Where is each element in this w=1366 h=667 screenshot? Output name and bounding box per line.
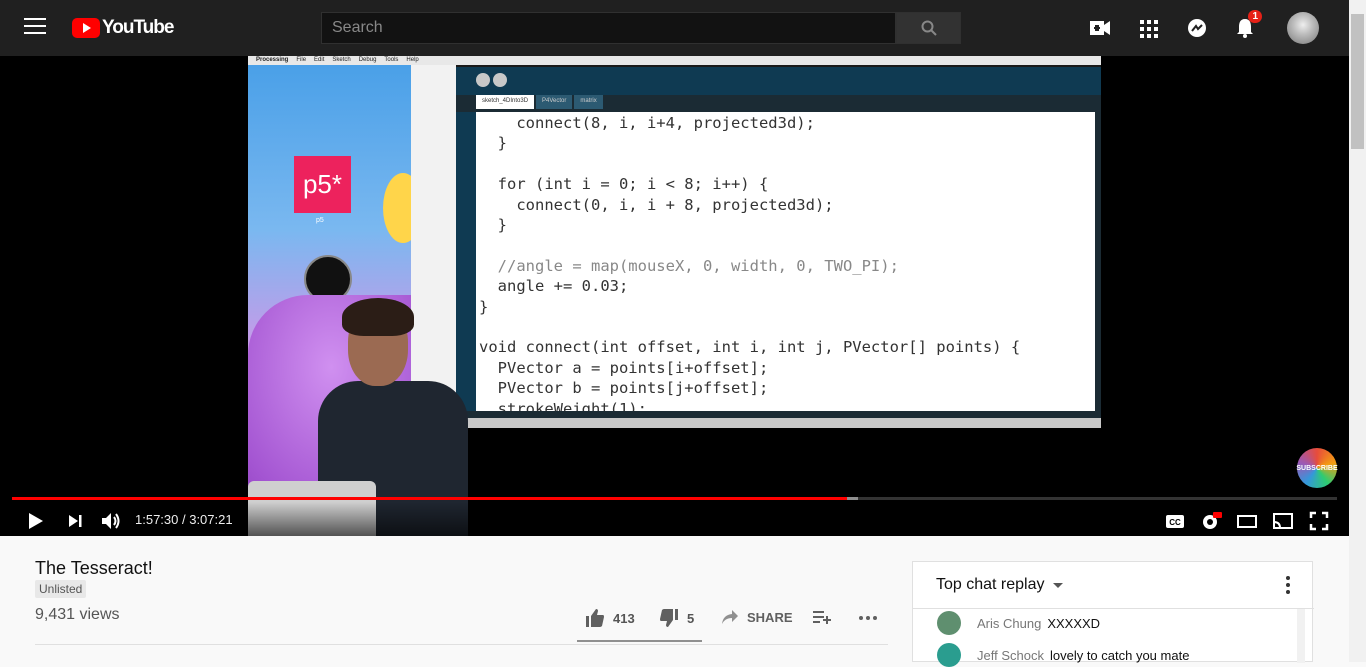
chat-message: Jeff Schock lovely to catch you mate [937, 643, 1189, 667]
code-line: connect(8, i, i+4, projected3d); [479, 114, 815, 132]
youtube-logo[interactable]: YouTube [72, 17, 174, 39]
chat-author[interactable]: Aris Chung [977, 616, 1041, 631]
time-display: 1:57:30 / 3:07:21 [135, 512, 233, 527]
stop-icon [493, 73, 507, 87]
ide-tab: sketch_4DInto3D [476, 95, 535, 109]
progress-played [12, 497, 847, 500]
processing-ide: sketch_4DInto3D P4Vector matrix connect(… [456, 67, 1101, 536]
next-icon[interactable] [64, 510, 86, 532]
search-input[interactable] [321, 12, 896, 44]
more-horiz-icon [859, 616, 877, 620]
avatar [937, 643, 961, 667]
play-icon[interactable] [24, 510, 46, 532]
presenter-hair [342, 298, 414, 336]
top-bar: YouTube 1 [0, 0, 1366, 56]
page-scrollbar[interactable] [1349, 0, 1366, 662]
chat-author[interactable]: Jeff Schock [977, 648, 1044, 663]
thumbs-down-icon [660, 609, 678, 627]
code-line: connect(0, i, i + 8, projected3d); [479, 195, 834, 214]
video-title: The Tesseract! [35, 558, 153, 578]
sentiment-bar [577, 640, 702, 642]
messages-icon[interactable] [1186, 14, 1208, 42]
subscribe-watermark[interactable]: SUBSCRIBE [1296, 448, 1338, 488]
view-count: 9,431 views [35, 606, 120, 623]
menu-icon[interactable] [24, 18, 46, 38]
search-bar [321, 12, 961, 44]
menubar-item: Debug [358, 57, 377, 63]
apps-icon[interactable] [1140, 14, 1158, 42]
ide-tabs: sketch_4DInto3D P4Vector matrix [476, 95, 603, 109]
code-line: } [479, 134, 507, 153]
dislike-button[interactable]: 5 [659, 608, 694, 628]
chat-text: XXXXXD [1047, 615, 1101, 631]
chat-scrollbar[interactable] [1297, 609, 1305, 663]
fullscreen-icon[interactable] [1308, 510, 1330, 532]
thumbs-up-icon [586, 609, 604, 627]
console-divider [456, 418, 1101, 428]
logo-text: YouTube [102, 17, 174, 38]
create-video-icon[interactable] [1090, 14, 1112, 42]
video-player[interactable]: Processing File Edit Sketch Debug Tools … [0, 56, 1349, 536]
share-icon [722, 610, 738, 624]
chat-header: Top chat replay [913, 562, 1314, 609]
save-to-playlist-button[interactable] [813, 608, 831, 626]
ide-toolbar [456, 67, 1101, 95]
playlist-add-icon [813, 611, 831, 624]
share-button[interactable]: SHARE [721, 608, 793, 626]
svg-text:CC: CC [1169, 518, 1181, 527]
like-button[interactable]: 413 [585, 608, 635, 628]
more-actions-button[interactable] [858, 608, 878, 628]
dislike-count: 5 [687, 610, 695, 626]
code-line: angle += 0.03; [479, 277, 629, 296]
cast-icon[interactable] [1272, 510, 1294, 532]
captions-icon[interactable]: CC [1164, 510, 1186, 532]
volume-icon[interactable] [100, 510, 122, 532]
code-line: strokeWeight(1); [479, 399, 647, 411]
menubar-item: Edit [314, 57, 325, 63]
avatar [937, 611, 961, 635]
theater-mode-icon[interactable] [1236, 510, 1258, 532]
chat-title[interactable]: Top chat replay [936, 576, 1045, 594]
chevron-down-icon[interactable] [1053, 583, 1063, 588]
chat-replay-panel: Top chat replay Aris Chung XXXXXD Jeff S… [912, 561, 1314, 667]
settings-icon[interactable] [1200, 510, 1222, 532]
scrollbar-thumb[interactable] [1351, 14, 1364, 149]
share-label: SHARE [747, 609, 793, 625]
search-icon [921, 20, 937, 36]
code-line: } [479, 297, 489, 316]
ide-tab: P4Vector [536, 95, 573, 109]
account-avatar[interactable] [1287, 12, 1319, 44]
menubar-item: Tools [384, 57, 399, 63]
code-line: void connect(int offset, int i, int j, P… [479, 338, 1021, 357]
code-line: for (int i = 0; i < 8; i++) { [479, 175, 769, 194]
more-vert-icon[interactable] [1279, 576, 1297, 596]
ide-tab: matrix [574, 95, 603, 109]
divider [35, 644, 888, 645]
unlisted-badge: Unlisted [35, 580, 87, 598]
menubar-item: Help [406, 57, 419, 63]
chat-text: lovely to catch you mate [1049, 647, 1190, 663]
progress-bar[interactable] [12, 497, 1337, 500]
like-count: 413 [613, 610, 635, 626]
code-line: PVector b = points[j+offset]; [479, 379, 769, 398]
player-controls: 1:57:30 / 3:07:21 CC [0, 502, 1349, 536]
youtube-play-icon [72, 18, 100, 38]
p5-logo: p5* [294, 156, 351, 213]
code-line: PVector a = points[i+offset]; [479, 358, 769, 377]
notification-badge: 1 [1248, 10, 1262, 23]
mac-menubar: Processing File Edit Sketch Debug Tools … [248, 56, 1101, 65]
run-icon [476, 73, 490, 87]
search-button[interactable] [896, 12, 961, 44]
code-line: //angle = map(mouseX, 0, width, 0, TWO_P… [479, 256, 899, 275]
chat-message: Aris Chung XXXXXD [937, 611, 1100, 635]
menubar-item: Processing [256, 57, 289, 63]
menubar-item: File [296, 57, 307, 63]
notifications-button[interactable]: 1 [1236, 10, 1262, 42]
code-line: } [479, 216, 507, 234]
code-editor: connect(8, i, i+4, projected3d); } for (… [476, 112, 1095, 411]
video-frame: Processing File Edit Sketch Debug Tools … [248, 56, 1101, 536]
p5-label: p5 [316, 217, 324, 224]
menubar-item: Sketch [332, 57, 351, 63]
